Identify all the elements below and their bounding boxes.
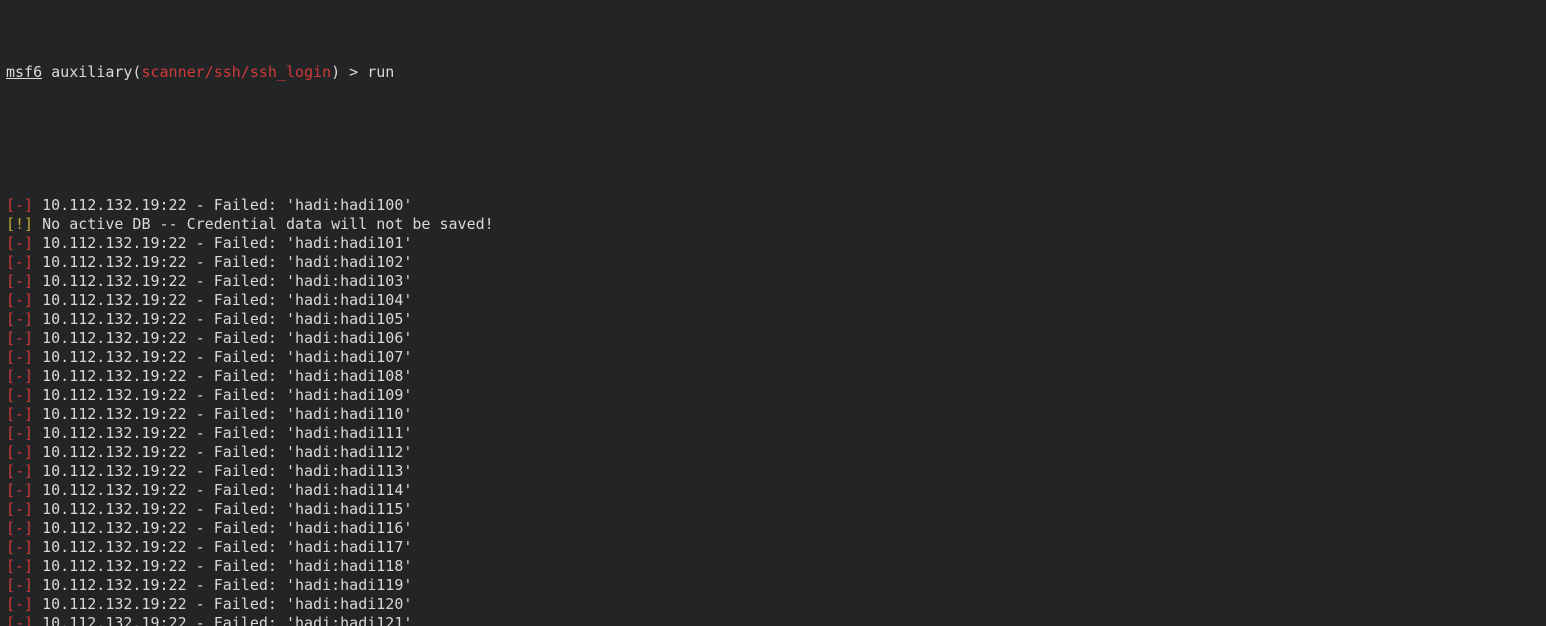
output-text: 10.112.132.19:22 - Failed: 'hadi:hadi119… xyxy=(33,576,412,594)
output-line: [-] 10.112.132.19:22 - Failed: 'hadi:had… xyxy=(6,196,1540,215)
status-bracket-fail: [-] xyxy=(6,367,33,385)
output-text: 10.112.132.19:22 - Failed: 'hadi:hadi110… xyxy=(33,405,412,423)
status-bracket-fail: [-] xyxy=(6,462,33,480)
output-line: [-] 10.112.132.19:22 - Failed: 'hadi:had… xyxy=(6,576,1540,595)
output-text: 10.112.132.19:22 - Failed: 'hadi:hadi109… xyxy=(33,386,412,404)
output-line: [-] 10.112.132.19:22 - Failed: 'hadi:had… xyxy=(6,614,1540,626)
output-text: 10.112.132.19:22 - Failed: 'hadi:hadi117… xyxy=(33,538,412,556)
status-bracket-warn: [!] xyxy=(6,215,33,233)
output-text: 10.112.132.19:22 - Failed: 'hadi:hadi116… xyxy=(33,519,412,537)
output-text: 10.112.132.19:22 - Failed: 'hadi:hadi108… xyxy=(33,367,412,385)
status-bracket-fail: [-] xyxy=(6,405,33,423)
output-text: 10.112.132.19:22 - Failed: 'hadi:hadi115… xyxy=(33,500,412,518)
output-line: [-] 10.112.132.19:22 - Failed: 'hadi:had… xyxy=(6,253,1540,272)
output-text: 10.112.132.19:22 - Failed: 'hadi:hadi106… xyxy=(33,329,412,347)
output-line: [-] 10.112.132.19:22 - Failed: 'hadi:had… xyxy=(6,500,1540,519)
status-bracket-fail: [-] xyxy=(6,291,33,309)
status-bracket-fail: [-] xyxy=(6,386,33,404)
output-line: [-] 10.112.132.19:22 - Failed: 'hadi:had… xyxy=(6,557,1540,576)
output-line: [-] 10.112.132.19:22 - Failed: 'hadi:had… xyxy=(6,329,1540,348)
prompt-top: msf6 auxiliary(scanner/ssh/ssh_login) > … xyxy=(6,63,1540,82)
status-bracket-fail: [-] xyxy=(6,424,33,442)
output-line: [-] 10.112.132.19:22 - Failed: 'hadi:had… xyxy=(6,405,1540,424)
status-bracket-fail: [-] xyxy=(6,614,33,626)
status-bracket-fail: [-] xyxy=(6,310,33,328)
output-line: [-] 10.112.132.19:22 - Failed: 'hadi:had… xyxy=(6,462,1540,481)
output-line: [-] 10.112.132.19:22 - Failed: 'hadi:had… xyxy=(6,272,1540,291)
output-line: [-] 10.112.132.19:22 - Failed: 'hadi:had… xyxy=(6,519,1540,538)
output-line: [-] 10.112.132.19:22 - Failed: 'hadi:had… xyxy=(6,443,1540,462)
output-line: [!] No active DB -- Credential data will… xyxy=(6,215,1540,234)
output-line: [-] 10.112.132.19:22 - Failed: 'hadi:had… xyxy=(6,386,1540,405)
status-bracket-fail: [-] xyxy=(6,500,33,518)
output-line: [-] 10.112.132.19:22 - Failed: 'hadi:had… xyxy=(6,367,1540,386)
prompt-module: scanner/ssh/ssh_login xyxy=(141,63,331,81)
output-text: 10.112.132.19:22 - Failed: 'hadi:hadi107… xyxy=(33,348,412,366)
output-lines: [-] 10.112.132.19:22 - Failed: 'hadi:had… xyxy=(6,196,1540,626)
output-text: 10.112.132.19:22 - Failed: 'hadi:hadi104… xyxy=(33,291,412,309)
output-line: [-] 10.112.132.19:22 - Failed: 'hadi:had… xyxy=(6,234,1540,253)
terminal[interactable]: msf6 auxiliary(scanner/ssh/ssh_login) > … xyxy=(0,0,1546,626)
output-text: 10.112.132.19:22 - Failed: 'hadi:hadi102… xyxy=(33,253,412,271)
output-text: 10.112.132.19:22 - Failed: 'hadi:hadi120… xyxy=(33,595,412,613)
status-bracket-fail: [-] xyxy=(6,253,33,271)
output-text: 10.112.132.19:22 - Failed: 'hadi:hadi101… xyxy=(33,234,412,252)
status-bracket-fail: [-] xyxy=(6,272,33,290)
output-line: [-] 10.112.132.19:22 - Failed: 'hadi:had… xyxy=(6,424,1540,443)
output-line: [-] 10.112.132.19:22 - Failed: 'hadi:had… xyxy=(6,481,1540,500)
prompt-msf: msf6 xyxy=(6,63,42,81)
output-line: [-] 10.112.132.19:22 - Failed: 'hadi:had… xyxy=(6,538,1540,557)
output-text: 10.112.132.19:22 - Failed: 'hadi:hadi121… xyxy=(33,614,412,626)
status-bracket-fail: [-] xyxy=(6,329,33,347)
status-bracket-fail: [-] xyxy=(6,234,33,252)
output-text: 10.112.132.19:22 - Failed: 'hadi:hadi103… xyxy=(33,272,412,290)
output-text: 10.112.132.19:22 - Failed: 'hadi:hadi105… xyxy=(33,310,412,328)
output-line: [-] 10.112.132.19:22 - Failed: 'hadi:had… xyxy=(6,310,1540,329)
status-bracket-fail: [-] xyxy=(6,348,33,366)
status-bracket-fail: [-] xyxy=(6,557,33,575)
status-bracket-fail: [-] xyxy=(6,443,33,461)
status-bracket-fail: [-] xyxy=(6,538,33,556)
output-text: 10.112.132.19:22 - Failed: 'hadi:hadi111… xyxy=(33,424,412,442)
output-text: 10.112.132.19:22 - Failed: 'hadi:hadi118… xyxy=(33,557,412,575)
output-line: [-] 10.112.132.19:22 - Failed: 'hadi:had… xyxy=(6,348,1540,367)
status-bracket-fail: [-] xyxy=(6,595,33,613)
status-bracket-fail: [-] xyxy=(6,481,33,499)
blank-line xyxy=(6,120,1540,139)
status-bracket-fail: [-] xyxy=(6,519,33,537)
output-text: 10.112.132.19:22 - Failed: 'hadi:hadi113… xyxy=(33,462,412,480)
status-bracket-fail: [-] xyxy=(6,576,33,594)
output-text: 10.112.132.19:22 - Failed: 'hadi:hadi100… xyxy=(33,196,412,214)
output-text: 10.112.132.19:22 - Failed: 'hadi:hadi112… xyxy=(33,443,412,461)
output-text: 10.112.132.19:22 - Failed: 'hadi:hadi114… xyxy=(33,481,412,499)
output-line: [-] 10.112.132.19:22 - Failed: 'hadi:had… xyxy=(6,595,1540,614)
status-bracket-fail: [-] xyxy=(6,196,33,214)
output-line: [-] 10.112.132.19:22 - Failed: 'hadi:had… xyxy=(6,291,1540,310)
entered-command: run xyxy=(367,63,394,81)
output-text: No active DB -- Credential data will not… xyxy=(33,215,494,233)
